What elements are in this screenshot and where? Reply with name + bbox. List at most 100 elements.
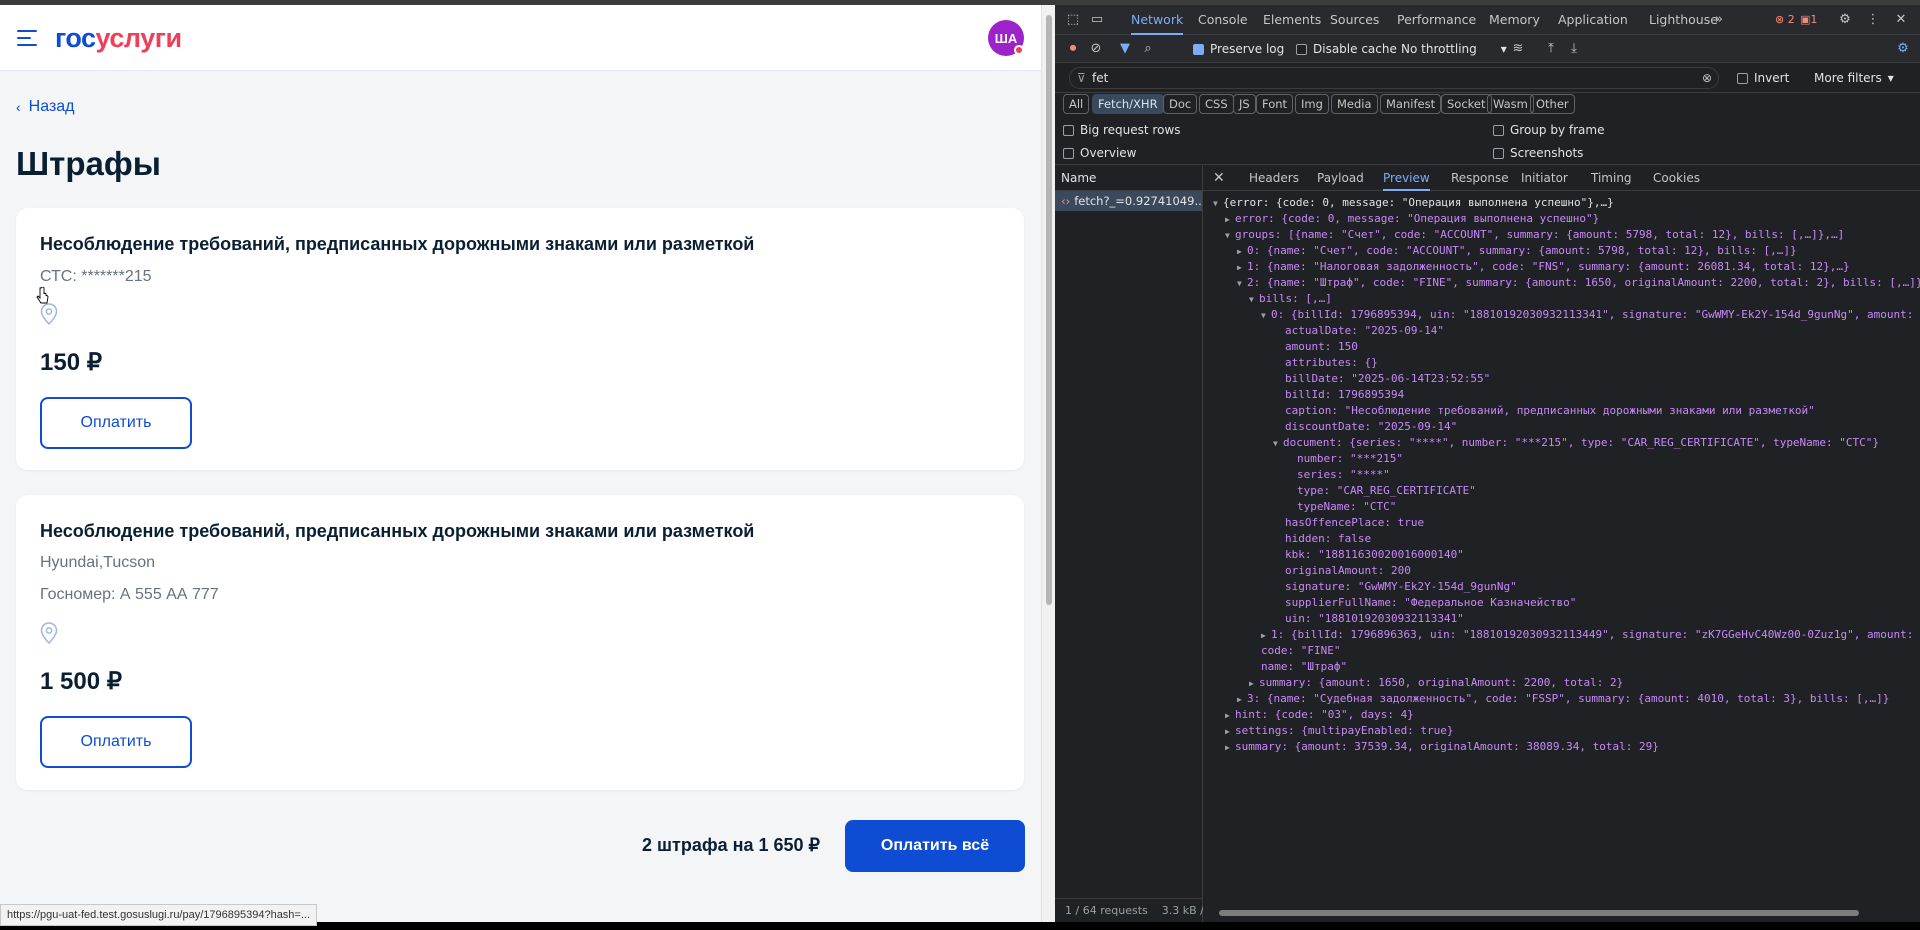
location-pin-icon[interactable] bbox=[40, 622, 58, 644]
tree-row: kbk: "18811630020016000140" bbox=[1285, 548, 1464, 561]
tree-row[interactable]: ▶ error: {code: 0, message: "Операция вып… bbox=[1225, 211, 1599, 227]
settings-gear-icon[interactable]: ⚙ bbox=[1837, 12, 1853, 28]
request-detail: ✕ Headers Payload Preview Response Initi… bbox=[1203, 165, 1920, 922]
kebab-menu-icon[interactable]: ⋮ bbox=[1865, 12, 1881, 28]
screenshots-checkbox[interactable]: Screenshots bbox=[1493, 146, 1583, 160]
tree-row: signature: "GwWMY-Ek2Y-154d_9gunNg" bbox=[1285, 580, 1517, 593]
clear-icon[interactable]: ⊘ bbox=[1088, 41, 1104, 57]
big-rows-label: Big request rows bbox=[1080, 123, 1181, 137]
errors-badge[interactable]: ⊗ 2 bbox=[1775, 13, 1795, 26]
overview-checkbox[interactable]: Overview bbox=[1063, 146, 1137, 160]
tab-console[interactable]: Console bbox=[1198, 5, 1248, 35]
tab-headers[interactable]: Headers bbox=[1249, 165, 1299, 191]
tab-sources[interactable]: Sources bbox=[1330, 5, 1379, 35]
type-doc[interactable]: Doc bbox=[1163, 94, 1198, 114]
tree-row[interactable]: ▶ hint: {code: "03", days: 4} bbox=[1225, 707, 1414, 723]
big-rows-checkbox[interactable]: Big request rows bbox=[1063, 123, 1181, 137]
tree-row[interactable]: ▶ 1: {billId: 1796896363, uin: "188101920… bbox=[1261, 627, 1920, 643]
tree-row[interactable]: ▶ 1: {name: "Налоговая задолженность", co… bbox=[1237, 259, 1850, 275]
type-all[interactable]: All bbox=[1063, 94, 1090, 114]
close-devtools-icon[interactable]: ✕ bbox=[1893, 12, 1909, 28]
page-scrollbar[interactable] bbox=[1041, 5, 1055, 922]
invert-checkbox[interactable]: Invert bbox=[1737, 71, 1789, 85]
network-settings-gear-icon[interactable]: ⚙ bbox=[1895, 41, 1911, 57]
tab-response[interactable]: Response bbox=[1451, 165, 1509, 191]
name-column-header[interactable]: Name bbox=[1055, 165, 1202, 191]
export-har-icon[interactable]: ⤓ bbox=[1566, 41, 1582, 57]
tree-row[interactable]: ▼ groups: [{name: "Счет", code: "ACCOUNT"… bbox=[1225, 227, 1844, 243]
type-font[interactable]: Font bbox=[1256, 94, 1294, 114]
tree-row: discountDate: "2025-09-14" bbox=[1285, 420, 1458, 433]
pay-button[interactable]: Оплатить bbox=[40, 397, 192, 449]
fine-amount: 150 ₽ bbox=[40, 349, 102, 376]
gosuslugi-logo[interactable]: госуслуги bbox=[55, 23, 182, 54]
logo-part-uslugi: услуги bbox=[95, 23, 183, 53]
network-options: Big request rows Group by frame Overview… bbox=[1055, 119, 1920, 165]
close-detail-icon[interactable]: ✕ bbox=[1213, 165, 1225, 191]
horizontal-scrollbar[interactable] bbox=[1209, 908, 1914, 918]
type-other[interactable]: Other bbox=[1530, 94, 1575, 114]
back-link[interactable]: ‹ Назад bbox=[16, 98, 75, 116]
type-socket[interactable]: Socket bbox=[1441, 94, 1492, 114]
fine-plate: Госномер: А 555 АА 777 bbox=[40, 586, 219, 603]
type-fetch-xhr[interactable]: Fetch/XHR bbox=[1092, 94, 1164, 114]
pay-button[interactable]: Оплатить bbox=[40, 716, 192, 768]
more-filters-label: More filters bbox=[1814, 71, 1882, 85]
type-manifest[interactable]: Manifest bbox=[1380, 94, 1442, 114]
tab-preview[interactable]: Preview bbox=[1383, 165, 1430, 191]
tree-row[interactable]: ▶ settings: {multipayEnabled: true} bbox=[1225, 723, 1454, 739]
tab-application[interactable]: Application bbox=[1558, 5, 1628, 35]
disable-cache-checkbox[interactable]: Disable cache bbox=[1296, 42, 1397, 56]
throttling-select[interactable]: No throttling ▾ bbox=[1401, 42, 1507, 56]
clear-filter-icon[interactable]: ⊗ bbox=[1702, 68, 1712, 88]
tab-network[interactable]: Network bbox=[1131, 5, 1184, 35]
tree-row: code: "FINE" bbox=[1261, 644, 1341, 657]
warnings-badge[interactable]: ▣1 bbox=[1800, 13, 1817, 26]
request-row[interactable]: ‹› fetch?_=0.92741049... bbox=[1055, 191, 1202, 211]
tab-elements[interactable]: Elements bbox=[1263, 5, 1321, 35]
network-conditions-icon[interactable]: ≋ bbox=[1510, 41, 1526, 57]
more-tabs-icon[interactable]: » bbox=[1711, 12, 1727, 28]
tree-row[interactable]: ▼ bills: [,…] bbox=[1249, 291, 1332, 307]
filter-icon[interactable]: ▼ bbox=[1117, 41, 1133, 57]
tree-row: type: "CAR_REG_CERTIFICATE" bbox=[1297, 484, 1476, 497]
type-js[interactable]: JS bbox=[1233, 94, 1256, 114]
tab-cookies[interactable]: Cookies bbox=[1653, 165, 1700, 191]
search-icon[interactable]: ⌕ bbox=[1140, 41, 1156, 57]
group-frame-checkbox[interactable]: Group by frame bbox=[1493, 123, 1604, 137]
tab-initiator[interactable]: Initiator bbox=[1521, 165, 1568, 191]
record-icon[interactable]: ⏺ bbox=[1065, 41, 1081, 57]
tab-performance[interactable]: Performance bbox=[1397, 5, 1476, 35]
pay-all-button[interactable]: Оплатить всё bbox=[845, 820, 1025, 872]
tree-row[interactable]: ▼ 2: {name: "Штраф", code: "FINE", summar… bbox=[1237, 275, 1920, 291]
tree-row[interactable]: ▶ summary: {amount: 37539.34, originalAmo… bbox=[1225, 739, 1659, 755]
tab-memory[interactable]: Memory bbox=[1489, 5, 1540, 35]
tree-row: hasOffencePlace: true bbox=[1285, 516, 1425, 529]
preserve-log-checkbox[interactable]: Preserve log bbox=[1193, 42, 1284, 56]
fine-caption: Несоблюдение требований, предписанных до… bbox=[40, 234, 755, 254]
type-css[interactable]: CSS bbox=[1199, 94, 1234, 114]
tree-row: billDate: "2025-06-14T23:52:55" bbox=[1285, 372, 1491, 385]
menu-icon[interactable] bbox=[17, 30, 37, 46]
import-har-icon[interactable]: ⤒ bbox=[1543, 41, 1559, 57]
fine-card: Несоблюдение требований, предписанных до… bbox=[16, 208, 1024, 470]
tree-row[interactable]: ▶ 0: {name: "Счет", code: "ACCOUNT", summ… bbox=[1237, 243, 1797, 259]
type-wasm[interactable]: Wasm bbox=[1487, 94, 1534, 114]
tree-row[interactable]: ▶ summary: {amount: 1650, originalAmount:… bbox=[1249, 675, 1623, 691]
tab-lighthouse[interactable]: Lighthouse bbox=[1649, 5, 1718, 35]
tree-row[interactable]: ▶ 3: {name: "Судебная задолженность", cod… bbox=[1237, 691, 1889, 707]
type-img[interactable]: Img bbox=[1295, 94, 1329, 114]
tab-payload[interactable]: Payload bbox=[1317, 165, 1364, 191]
inspect-element-icon[interactable]: ⬚ bbox=[1065, 12, 1081, 28]
type-media[interactable]: Media bbox=[1331, 94, 1378, 114]
devtools-panel: ⬚ ▭ Network Console Elements Sources Per… bbox=[1055, 5, 1920, 922]
more-filters-dropdown[interactable]: More filters ▾ bbox=[1814, 71, 1894, 85]
tree-row: number: "***215" bbox=[1297, 452, 1403, 465]
filter-input[interactable]: ⊽ fet ⊗ bbox=[1069, 67, 1719, 89]
fine-caption: Несоблюдение требований, предписанных до… bbox=[40, 521, 755, 541]
tree-row[interactable]: ▼ {error: {code: 0, message: "Операция вы… bbox=[1213, 195, 1614, 211]
tree-row[interactable]: ▼ 0: {billId: 1796895394, uin: "188101920… bbox=[1261, 307, 1920, 323]
device-toolbar-icon[interactable]: ▭ bbox=[1089, 12, 1105, 28]
tree-row[interactable]: ▼ document: {series: "****", number: "***… bbox=[1273, 435, 1879, 451]
tab-timing[interactable]: Timing bbox=[1591, 165, 1632, 191]
